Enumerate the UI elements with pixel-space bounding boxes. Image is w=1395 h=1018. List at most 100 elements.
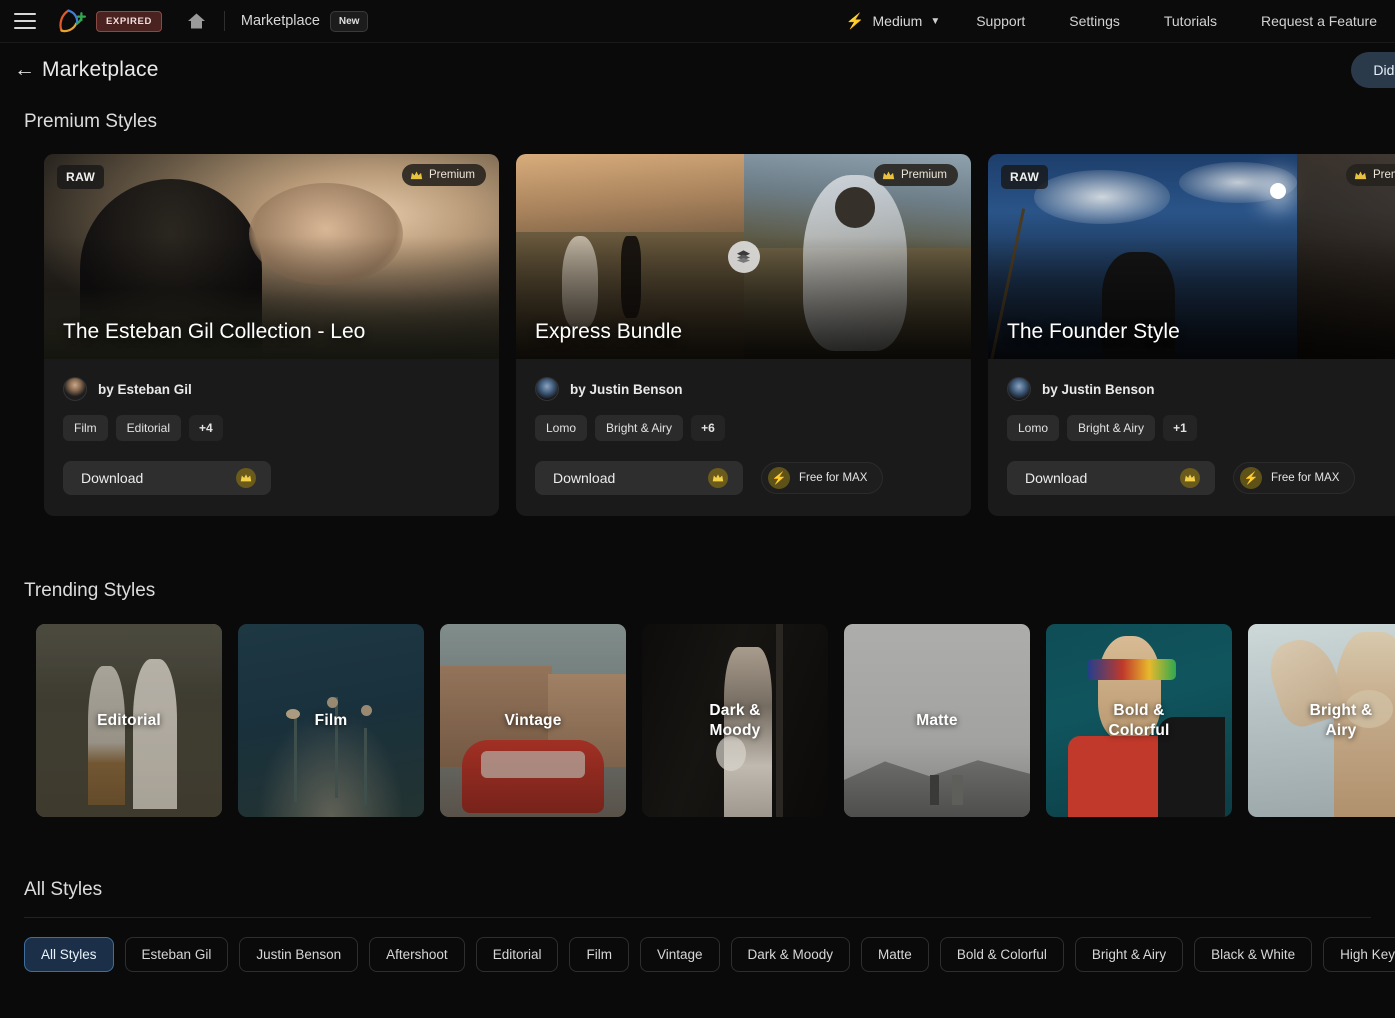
expired-badge: EXPIRED [96, 11, 162, 32]
card-body: by Justin Benson Lomo Bright & Airy +6 D… [516, 359, 971, 516]
filter-chip-black-and-white[interactable]: Black & White [1194, 937, 1312, 972]
trending-card-label: Matte [844, 624, 1030, 817]
trending-card-film[interactable]: Film [238, 624, 424, 817]
free-for-max-button[interactable]: ⚡ Free for MAX [1233, 462, 1355, 494]
filter-chip-dark-and-moody[interactable]: Dark & Moody [731, 937, 851, 972]
bolt-icon: ⚡ [1240, 467, 1262, 489]
all-styles-section-title: All Styles [0, 879, 1395, 901]
premium-card[interactable]: Premium Express Bundle by Justin Benson … [516, 154, 971, 516]
filter-chip-all-styles[interactable]: All Styles [24, 937, 114, 972]
download-label: Download [553, 470, 615, 486]
trending-card-bright-and-airy[interactable]: Bright & Airy [1248, 624, 1395, 817]
tag[interactable]: Film [63, 415, 108, 441]
tag[interactable]: Lomo [535, 415, 587, 441]
speed-selector[interactable]: ⚡ Medium ▼ [846, 13, 954, 29]
card-title: The Esteban Gil Collection - Leo [63, 320, 365, 344]
didnt-find-button[interactable]: Didn't find t [1351, 52, 1395, 88]
download-button[interactable]: Download [535, 461, 743, 495]
filter-chip-row: All Styles Esteban Gil Justin Benson Aft… [0, 937, 1395, 972]
tag[interactable]: Bright & Airy [595, 415, 683, 441]
page-title: Marketplace [42, 58, 159, 82]
new-badge: New [330, 11, 369, 32]
premium-badge: Premium [874, 164, 958, 186]
tag[interactable]: Bright & Airy [1067, 415, 1155, 441]
speed-value: Medium [873, 13, 923, 29]
card-media: Premium Express Bundle [516, 154, 971, 359]
filter-chip-bright-and-airy[interactable]: Bright & Airy [1075, 937, 1183, 972]
card-actions: Download [63, 461, 480, 495]
home-icon[interactable] [186, 10, 208, 32]
free-for-max-label: Free for MAX [799, 472, 867, 484]
trending-card-editorial[interactable]: Editorial [36, 624, 222, 817]
layers-icon[interactable] [728, 241, 760, 273]
trending-card-bold-and-colorful[interactable]: Bold & Colorful [1046, 624, 1232, 817]
trending-card-label: Bold & Colorful [1046, 624, 1232, 817]
nav-link-support[interactable]: Support [954, 13, 1047, 29]
tag-more[interactable]: +6 [691, 415, 725, 441]
top-bar: EXPIRED Marketplace New ⚡ Medium ▼ Suppo… [0, 0, 1395, 43]
hamburger-icon[interactable] [14, 13, 36, 29]
filter-chip-high-key[interactable]: High Key [1323, 937, 1395, 972]
trending-card-label: Vintage [440, 624, 626, 817]
filter-chip-matte[interactable]: Matte [861, 937, 929, 972]
tag-more[interactable]: +4 [189, 415, 223, 441]
download-button[interactable]: Download [1007, 461, 1215, 495]
avatar [63, 377, 87, 401]
author-name: by Justin Benson [1042, 382, 1155, 397]
download-label: Download [81, 470, 143, 486]
breadcrumb[interactable]: Marketplace [241, 13, 320, 29]
nav-link-request-a-feature[interactable]: Request a Feature [1239, 13, 1377, 29]
premium-badge-label: Premium [901, 169, 947, 181]
card-media: RAW Premium The Esteban Gil Collection -… [44, 154, 499, 359]
filter-chip-film[interactable]: Film [569, 937, 629, 972]
nav-link-tutorials[interactable]: Tutorials [1142, 13, 1239, 29]
filter-chip-aftershoot[interactable]: Aftershoot [369, 937, 465, 972]
tag[interactable]: Editorial [116, 415, 181, 441]
filter-chip-justin-benson[interactable]: Justin Benson [239, 937, 358, 972]
author-name: by Esteban Gil [98, 382, 192, 397]
download-button[interactable]: Download [63, 461, 271, 495]
trending-card-label: Bright & Airy [1248, 624, 1395, 817]
bolt-icon: ⚡ [846, 14, 865, 29]
crown-icon [1180, 468, 1200, 488]
premium-badge-label: Premium [429, 169, 475, 181]
free-for-max-label: Free for MAX [1271, 472, 1339, 484]
trending-section-title: Trending Styles [0, 580, 1395, 602]
trending-styles-row: Editorial Film Vintage Dark & Moody Matt… [0, 624, 1395, 817]
download-label: Download [1025, 470, 1087, 486]
premium-styles-row: RAW Premium The Esteban Gil Collection -… [0, 154, 1395, 516]
divider [224, 11, 225, 31]
filter-chip-editorial[interactable]: Editorial [476, 937, 559, 972]
premium-card[interactable]: RAW Premium The Esteban Gil Collection -… [44, 154, 499, 516]
filter-chip-bold-and-colorful[interactable]: Bold & Colorful [940, 937, 1064, 972]
tag-list: Lomo Bright & Airy +6 [535, 415, 952, 441]
avatar [535, 377, 559, 401]
crown-icon [882, 170, 895, 181]
trending-card-dark-and-moody[interactable]: Dark & Moody [642, 624, 828, 817]
crown-icon [410, 170, 423, 181]
filter-chip-vintage[interactable]: Vintage [640, 937, 720, 972]
card-actions: Download ⚡ Free for MAX [535, 461, 952, 495]
card-media: RAW Premium The Founder Style [988, 154, 1395, 359]
premium-section-title: Premium Styles [0, 111, 1395, 133]
crown-icon [236, 468, 256, 488]
trending-card-vintage[interactable]: Vintage [440, 624, 626, 817]
card-title: The Founder Style [1007, 320, 1180, 344]
nav-link-settings[interactable]: Settings [1047, 13, 1142, 29]
tag-list: Lomo Bright & Airy +1 [1007, 415, 1395, 441]
brand-group: EXPIRED [56, 8, 162, 34]
trending-card-label: Editorial [36, 624, 222, 817]
tag-more[interactable]: +1 [1163, 415, 1197, 441]
premium-card[interactable]: RAW Premium The Founder Style by Justin … [988, 154, 1395, 516]
card-body: by Esteban Gil Film Editorial +4 Downloa… [44, 359, 499, 516]
trending-card-matte[interactable]: Matte [844, 624, 1030, 817]
page-subheader: ← Marketplace Didn't find t [0, 43, 1395, 97]
free-for-max-button[interactable]: ⚡ Free for MAX [761, 462, 883, 494]
top-bar-right: ⚡ Medium ▼ Support Settings Tutorials Re… [846, 13, 1377, 29]
arrow-left-icon[interactable]: ← [14, 58, 42, 82]
premium-badge-label: Premium [1373, 169, 1395, 181]
aftershoot-logo[interactable] [56, 8, 86, 34]
filter-chip-esteban-gil[interactable]: Esteban Gil [125, 937, 229, 972]
tag[interactable]: Lomo [1007, 415, 1059, 441]
card-actions: Download ⚡ Free for MAX [1007, 461, 1395, 495]
